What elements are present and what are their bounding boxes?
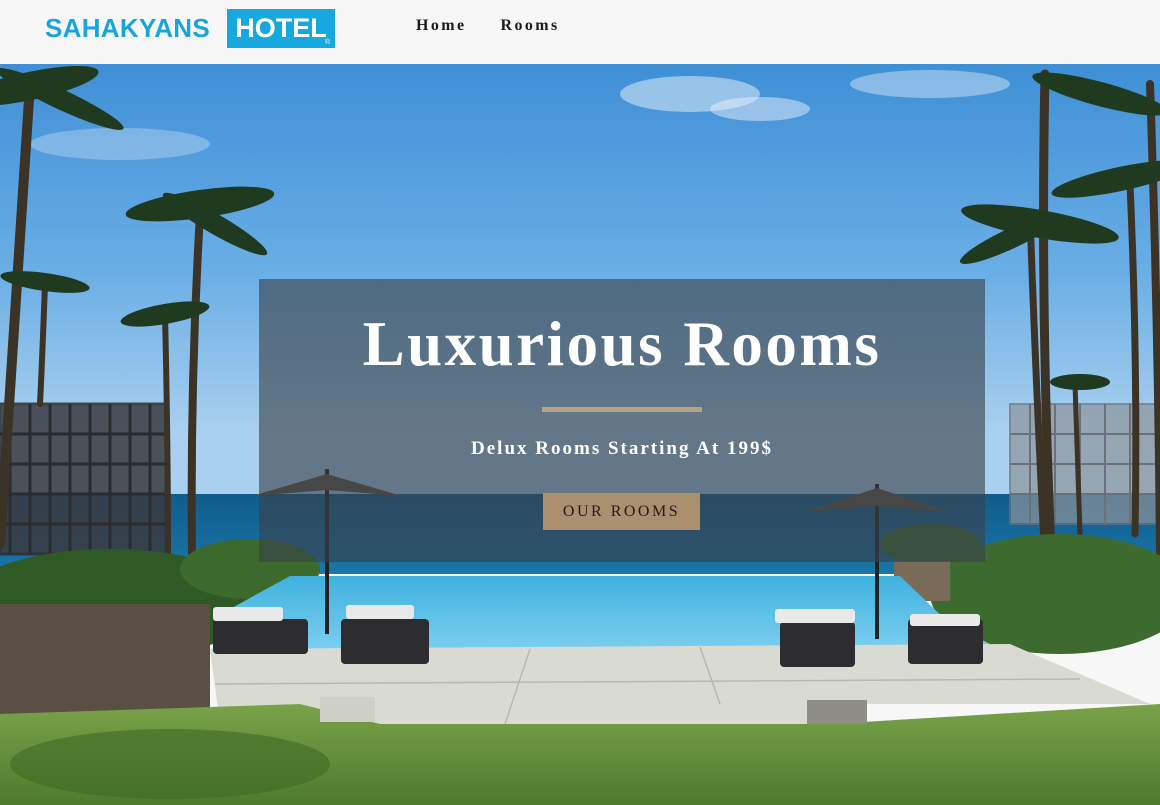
title-divider (542, 407, 702, 412)
nav-rooms-link[interactable]: Rooms (500, 17, 559, 35)
hero-overlay-panel: Luxurious Rooms Delux Rooms Starting At … (259, 279, 985, 562)
hero-section: Luxurious Rooms Delux Rooms Starting At … (0, 64, 1160, 805)
logo-badge-text: HOTEL (235, 13, 327, 43)
registered-mark: ® (324, 39, 330, 46)
hero-title: Luxurious Rooms (362, 309, 882, 379)
our-rooms-button[interactable]: OUR ROOMS (543, 493, 700, 530)
hero-subtitle: Delux Rooms Starting At 199$ (471, 438, 773, 459)
nav-home-link[interactable]: Home (416, 17, 466, 35)
logo-wordmark: SAHAKYANS (45, 13, 210, 43)
logo-hotel-badge: HOTEL ® (227, 9, 335, 48)
site-header: SAHAKYANS HOTEL ® Home Rooms (0, 0, 1160, 64)
main-nav: Home Rooms (416, 17, 560, 35)
site-logo[interactable]: SAHAKYANS HOTEL ® (45, 9, 335, 48)
